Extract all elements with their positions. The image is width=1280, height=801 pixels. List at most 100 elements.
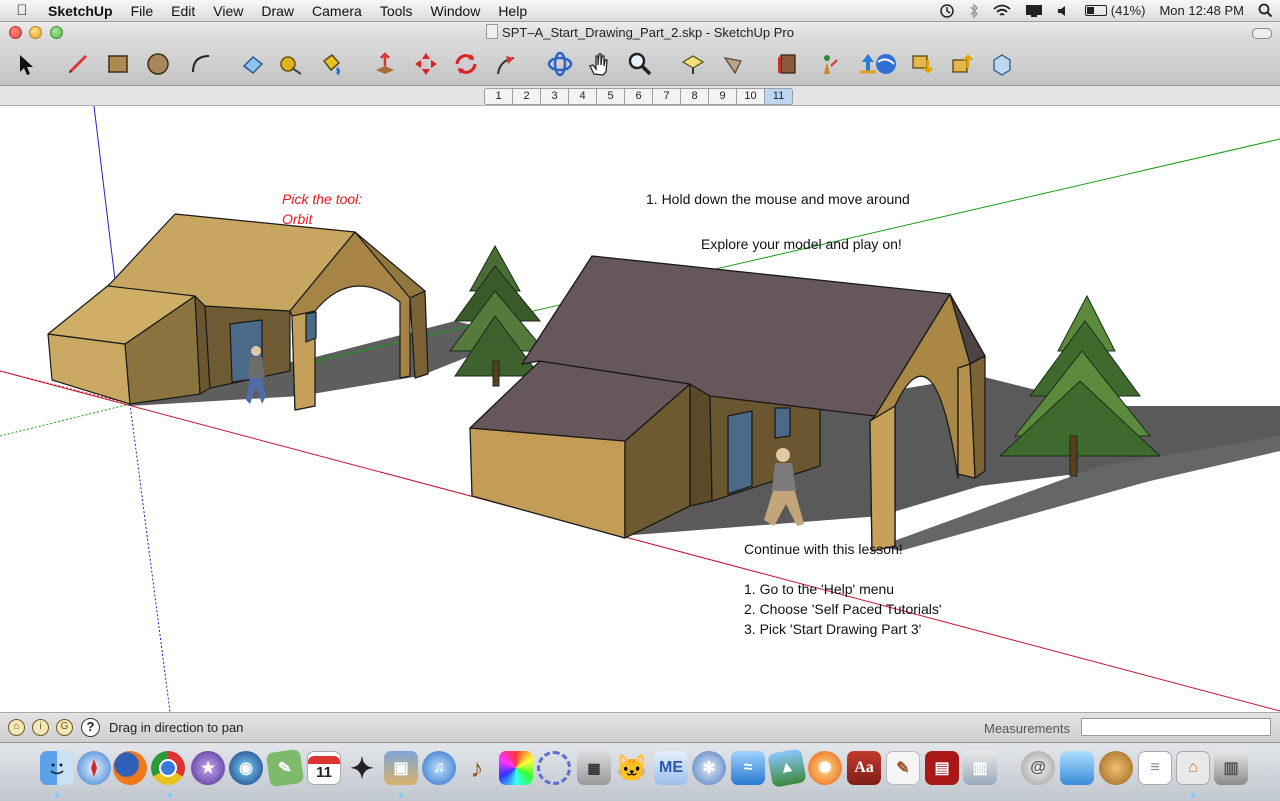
bluetooth-icon[interactable] — [969, 2, 979, 19]
scene-tab-6[interactable]: 6 — [625, 88, 653, 105]
move-tool-icon[interactable] — [410, 48, 442, 80]
time-machine-icon[interactable] — [939, 3, 955, 19]
scene-tab-3[interactable]: 3 — [541, 88, 569, 105]
zoom-button[interactable] — [50, 26, 63, 39]
photo-booth-icon[interactable]: ▤ — [925, 751, 959, 785]
document-stack-icon[interactable]: ≡ — [1138, 751, 1172, 785]
scene-tabs: 1 2 3 4 5 6 7 8 9 10 11 — [484, 88, 793, 105]
scene-tab-2[interactable]: 2 — [513, 88, 541, 105]
credits-icon[interactable]: i — [32, 719, 49, 736]
minimize-button[interactable] — [29, 26, 42, 39]
running-indicator — [1191, 793, 1195, 797]
spotlight-icon[interactable] — [1258, 3, 1273, 18]
battery-status[interactable]: (41%) — [1084, 3, 1145, 18]
dictionary-icon[interactable]: Aa — [847, 751, 881, 785]
menu-camera[interactable]: Camera — [303, 3, 371, 19]
pencil-tool-icon[interactable] — [62, 48, 94, 80]
arc-tool-icon[interactable] — [185, 48, 217, 80]
trash-icon[interactable]: ▥ — [1214, 751, 1248, 785]
earth-icon[interactable]: ▲ — [767, 748, 807, 788]
zoom-tool-icon[interactable] — [624, 48, 656, 80]
google-earth-icon[interactable] — [870, 48, 902, 80]
window-titlebar: SPT–A_Start_Drawing_Part_2.skp - SketchU… — [0, 22, 1280, 44]
menu-view[interactable]: View — [204, 3, 252, 19]
component-ext-icon[interactable] — [986, 48, 1018, 80]
scene-tab-10[interactable]: 10 — [737, 88, 765, 105]
component-get-icon[interactable] — [906, 48, 938, 80]
menu-edit[interactable]: Edit — [162, 3, 204, 19]
push-pull-tool-icon[interactable] — [369, 48, 401, 80]
clock[interactable]: Mon 12:48 PM — [1159, 3, 1244, 18]
menu-tools[interactable]: Tools — [371, 3, 422, 19]
scene-tab-9[interactable]: 9 — [709, 88, 737, 105]
help-icon[interactable]: ? — [81, 718, 100, 737]
measurements-input[interactable] — [1081, 718, 1271, 736]
scene-tab-5[interactable]: 5 — [597, 88, 625, 105]
finder-icon[interactable] — [40, 751, 74, 785]
scene-tab-7[interactable]: 7 — [653, 88, 681, 105]
wifi-icon[interactable] — [993, 4, 1011, 18]
select-tool-icon[interactable] — [9, 48, 41, 80]
3d-warehouse-icon[interactable] — [772, 48, 804, 80]
tape-measure-tool-icon[interactable] — [275, 48, 307, 80]
preview-icon[interactable]: ▥ — [963, 751, 997, 785]
downloads-folder-icon[interactable] — [1060, 751, 1094, 785]
menu-window[interactable]: Window — [422, 3, 490, 19]
geo-location-icon[interactable]: ⌂ — [8, 719, 25, 736]
eraser-tool-icon[interactable] — [237, 48, 269, 80]
textedit-icon[interactable]: ✎ — [886, 751, 920, 785]
rectangle-tool-icon[interactable] — [102, 48, 134, 80]
scene-tab-1[interactable]: 1 — [484, 88, 513, 105]
menu-app-name[interactable]: SketchUp — [44, 3, 122, 19]
chrome-icon[interactable] — [151, 751, 185, 785]
scratch-icon[interactable]: 🐱 — [615, 751, 649, 785]
continue-title: Continue with this lesson! — [744, 541, 903, 557]
safari-icon[interactable] — [77, 751, 111, 785]
orbit-tool-icon[interactable] — [544, 48, 576, 80]
display-icon[interactable] — [1025, 4, 1043, 18]
acorn-icon[interactable] — [1099, 751, 1133, 785]
google-signin-icon[interactable]: G — [56, 719, 73, 736]
circle-tool-icon[interactable] — [142, 48, 174, 80]
close-button[interactable] — [9, 26, 22, 39]
green-axis-dashed — [0, 403, 131, 437]
menu-file[interactable]: File — [122, 3, 163, 19]
scene-tab-11[interactable]: 11 — [765, 88, 793, 105]
apple-icon[interactable]:  — [0, 2, 44, 19]
drawing-viewport[interactable]: Pick the tool: Orbit 1. Hold down the mo… — [0, 106, 1280, 712]
edu-app-icon[interactable]: ≈ — [731, 751, 765, 785]
get-models-icon[interactable] — [812, 48, 844, 80]
maps-icon[interactable]: ✎ — [265, 748, 305, 788]
component-share-icon[interactable] — [946, 48, 978, 80]
menu-draw[interactable]: Draw — [252, 3, 303, 19]
imovie-star-icon[interactable]: ✦ — [345, 751, 379, 785]
iphoto-icon[interactable]: ▣ — [384, 751, 418, 785]
calculator-icon[interactable]: ▦ — [577, 751, 611, 785]
calendar-icon[interactable]: 11 — [307, 751, 341, 785]
scene-tab-4[interactable]: 4 — [569, 88, 597, 105]
itunes-icon[interactable]: ♫ — [422, 751, 456, 785]
dashboard-icon[interactable]: ◉ — [229, 751, 263, 785]
rotate-tool-icon[interactable] — [450, 48, 482, 80]
me-label: ME — [659, 759, 683, 776]
volume-icon[interactable] — [1057, 4, 1071, 18]
scene-tab-8[interactable]: 8 — [681, 88, 709, 105]
network-icon[interactable] — [537, 751, 571, 785]
position-camera-tool-icon[interactable] — [677, 48, 709, 80]
firefox-icon[interactable] — [113, 751, 147, 785]
color-picker-icon[interactable] — [499, 751, 533, 785]
mobileme-icon[interactable]: ✻ — [692, 751, 726, 785]
sunburst-icon[interactable]: ✺ — [808, 751, 842, 785]
follow-me-tool-icon[interactable] — [490, 48, 522, 80]
sketchup-home-icon[interactable]: ⌂ — [1176, 751, 1210, 785]
imovie-icon[interactable]: ★ — [191, 751, 225, 785]
toolbar-toggle-button[interactable] — [1252, 28, 1272, 39]
walk-tool-icon[interactable] — [718, 48, 750, 80]
disk-utility-icon[interactable]: @ — [1021, 751, 1055, 785]
pan-tool-icon[interactable] — [584, 48, 616, 80]
mindmanager-icon[interactable]: ME — [654, 751, 688, 785]
menu-help[interactable]: Help — [489, 3, 536, 19]
paint-bucket-tool-icon[interactable] — [315, 48, 347, 80]
hint-pick-tool: Pick the tool: — [282, 191, 363, 207]
garageband-icon[interactable]: ♪ — [460, 751, 494, 785]
